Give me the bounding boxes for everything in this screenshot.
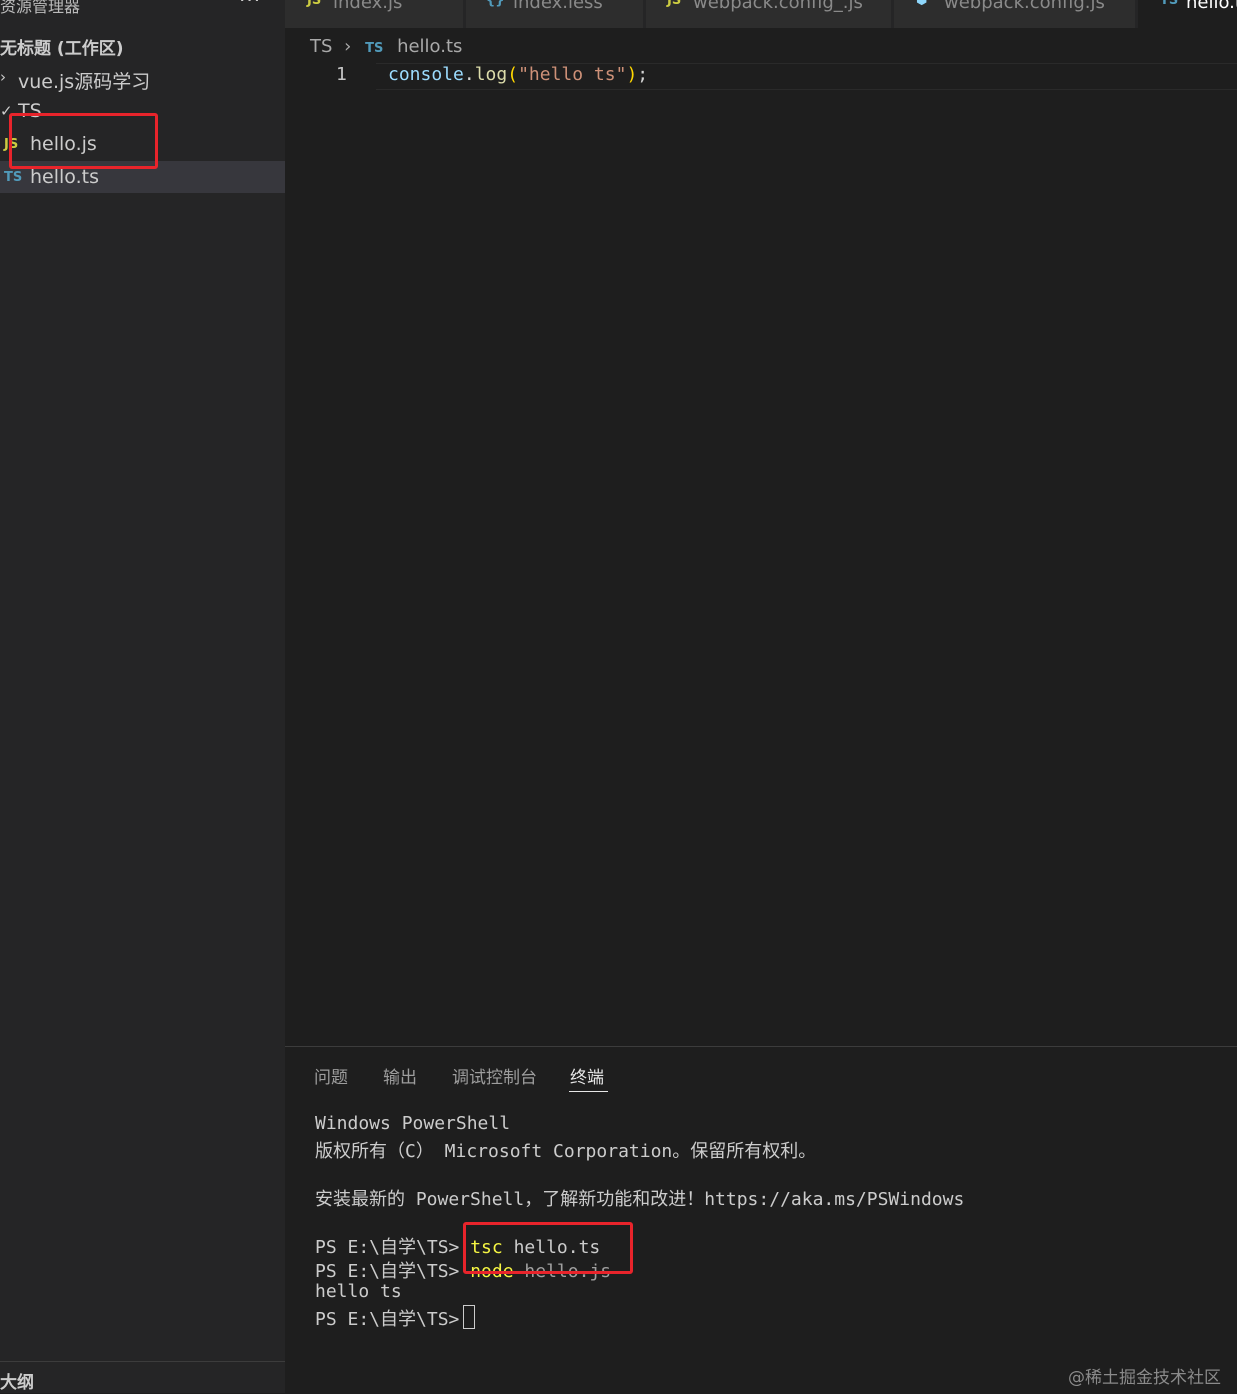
panel-tab-output[interactable]: 输出: [383, 1063, 417, 1088]
terminal-cursor: [463, 1305, 476, 1329]
explorer-sidebar: 资源管理器 ··· 无标题 (工作区) › vue.js源码学习 ✓ TS JS…: [0, 0, 285, 1393]
tab-index-less[interactable]: {} index.less: [466, 0, 643, 28]
less-file-icon: {}: [486, 0, 505, 8]
watermark: @稀土掘金技术社区: [1068, 1368, 1221, 1388]
more-actions-icon[interactable]: ···: [239, 0, 261, 12]
editor-tab-bar: JS index.js {} index.less JS webpack.con…: [285, 0, 1237, 28]
code-token-dot: .: [463, 64, 475, 85]
tab-hello-ts[interactable]: TS hello.ts: [1138, 0, 1237, 28]
code-token-function: log: [474, 64, 508, 85]
file-label: hello.ts: [30, 166, 99, 188]
tab-label: webpack.config_.js: [693, 0, 863, 13]
tab-webpack-config-js[interactable]: ⬢ webpack.config.js: [894, 0, 1135, 28]
terminal-output: hello ts: [315, 1281, 402, 1302]
terminal-prompt: PS E:\自学\TS>: [315, 1309, 460, 1330]
explorer-title: 资源管理器: [0, 0, 81, 16]
terminal-prompt: PS E:\自学\TS>: [315, 1261, 460, 1282]
folder-label: vue.js源码学习: [18, 71, 151, 93]
code-token-paren: ): [626, 64, 638, 85]
terminal-prompt: PS E:\自学\TS>: [315, 1237, 460, 1258]
terminal-input-line[interactable]: PS E:\自学\TS>: [315, 1305, 476, 1331]
bottom-panel: 问题 输出 调试控制台 终端 Windows PowerShell 版权所有（C…: [285, 1046, 1237, 1394]
typescript-file-icon: TS: [4, 170, 23, 185]
line-number: 1: [336, 64, 347, 85]
tab-label: webpack.config.js: [944, 0, 1105, 13]
breadcrumb-folder[interactable]: TS: [310, 36, 332, 57]
breadcrumb: TS › TS hello.ts: [310, 36, 462, 57]
panel-tab-debug-console[interactable]: 调试控制台: [452, 1063, 537, 1088]
code-token-string: "hello ts": [518, 64, 627, 85]
code-token-object: console: [388, 64, 464, 85]
tab-label: index.less: [513, 0, 603, 13]
code-line[interactable]: console.log("hello ts");: [388, 64, 648, 85]
terminal-line: 安装最新的 PowerShell，了解新功能和改进！https://aka.ms…: [315, 1189, 965, 1210]
workspace-title[interactable]: 无标题 (工作区): [0, 34, 123, 59]
breadcrumb-file[interactable]: hello.ts: [397, 36, 462, 57]
terminal-line: Windows PowerShell: [315, 1113, 511, 1134]
webpack-file-icon: ⬢: [916, 0, 928, 8]
javascript-file-icon: JS: [667, 0, 682, 8]
terminal-line: 版权所有（C） Microsoft Corporation。保留所有权利。: [315, 1141, 817, 1162]
active-tab-underline: [569, 1091, 608, 1092]
code-token-semicolon: ;: [637, 64, 649, 85]
divider: [0, 1361, 285, 1362]
tab-index-js[interactable]: JS index.js: [285, 0, 463, 28]
javascript-file-icon: JS: [307, 0, 322, 8]
panel-tab-terminal[interactable]: 终端: [570, 1063, 604, 1088]
typescript-file-icon: TS: [365, 41, 384, 56]
tab-label: hello.ts: [1186, 0, 1237, 13]
highlight-annotation-box: [9, 113, 158, 169]
chevron-right-icon: ›: [0, 68, 6, 86]
highlight-annotation-box: [463, 1222, 633, 1274]
outline-section-title[interactable]: 大纲: [0, 1368, 34, 1393]
code-token-paren: (: [507, 64, 519, 85]
tab-label: index.js: [333, 0, 403, 13]
tab-webpack-config-underscore-js[interactable]: JS webpack.config_.js: [646, 0, 891, 28]
typescript-file-icon: TS: [1160, 0, 1179, 8]
chevron-right-icon: ›: [344, 36, 352, 57]
panel-tab-problems[interactable]: 问题: [314, 1063, 348, 1088]
folder-vuejs[interactable]: › vue.js源码学习: [0, 64, 285, 96]
